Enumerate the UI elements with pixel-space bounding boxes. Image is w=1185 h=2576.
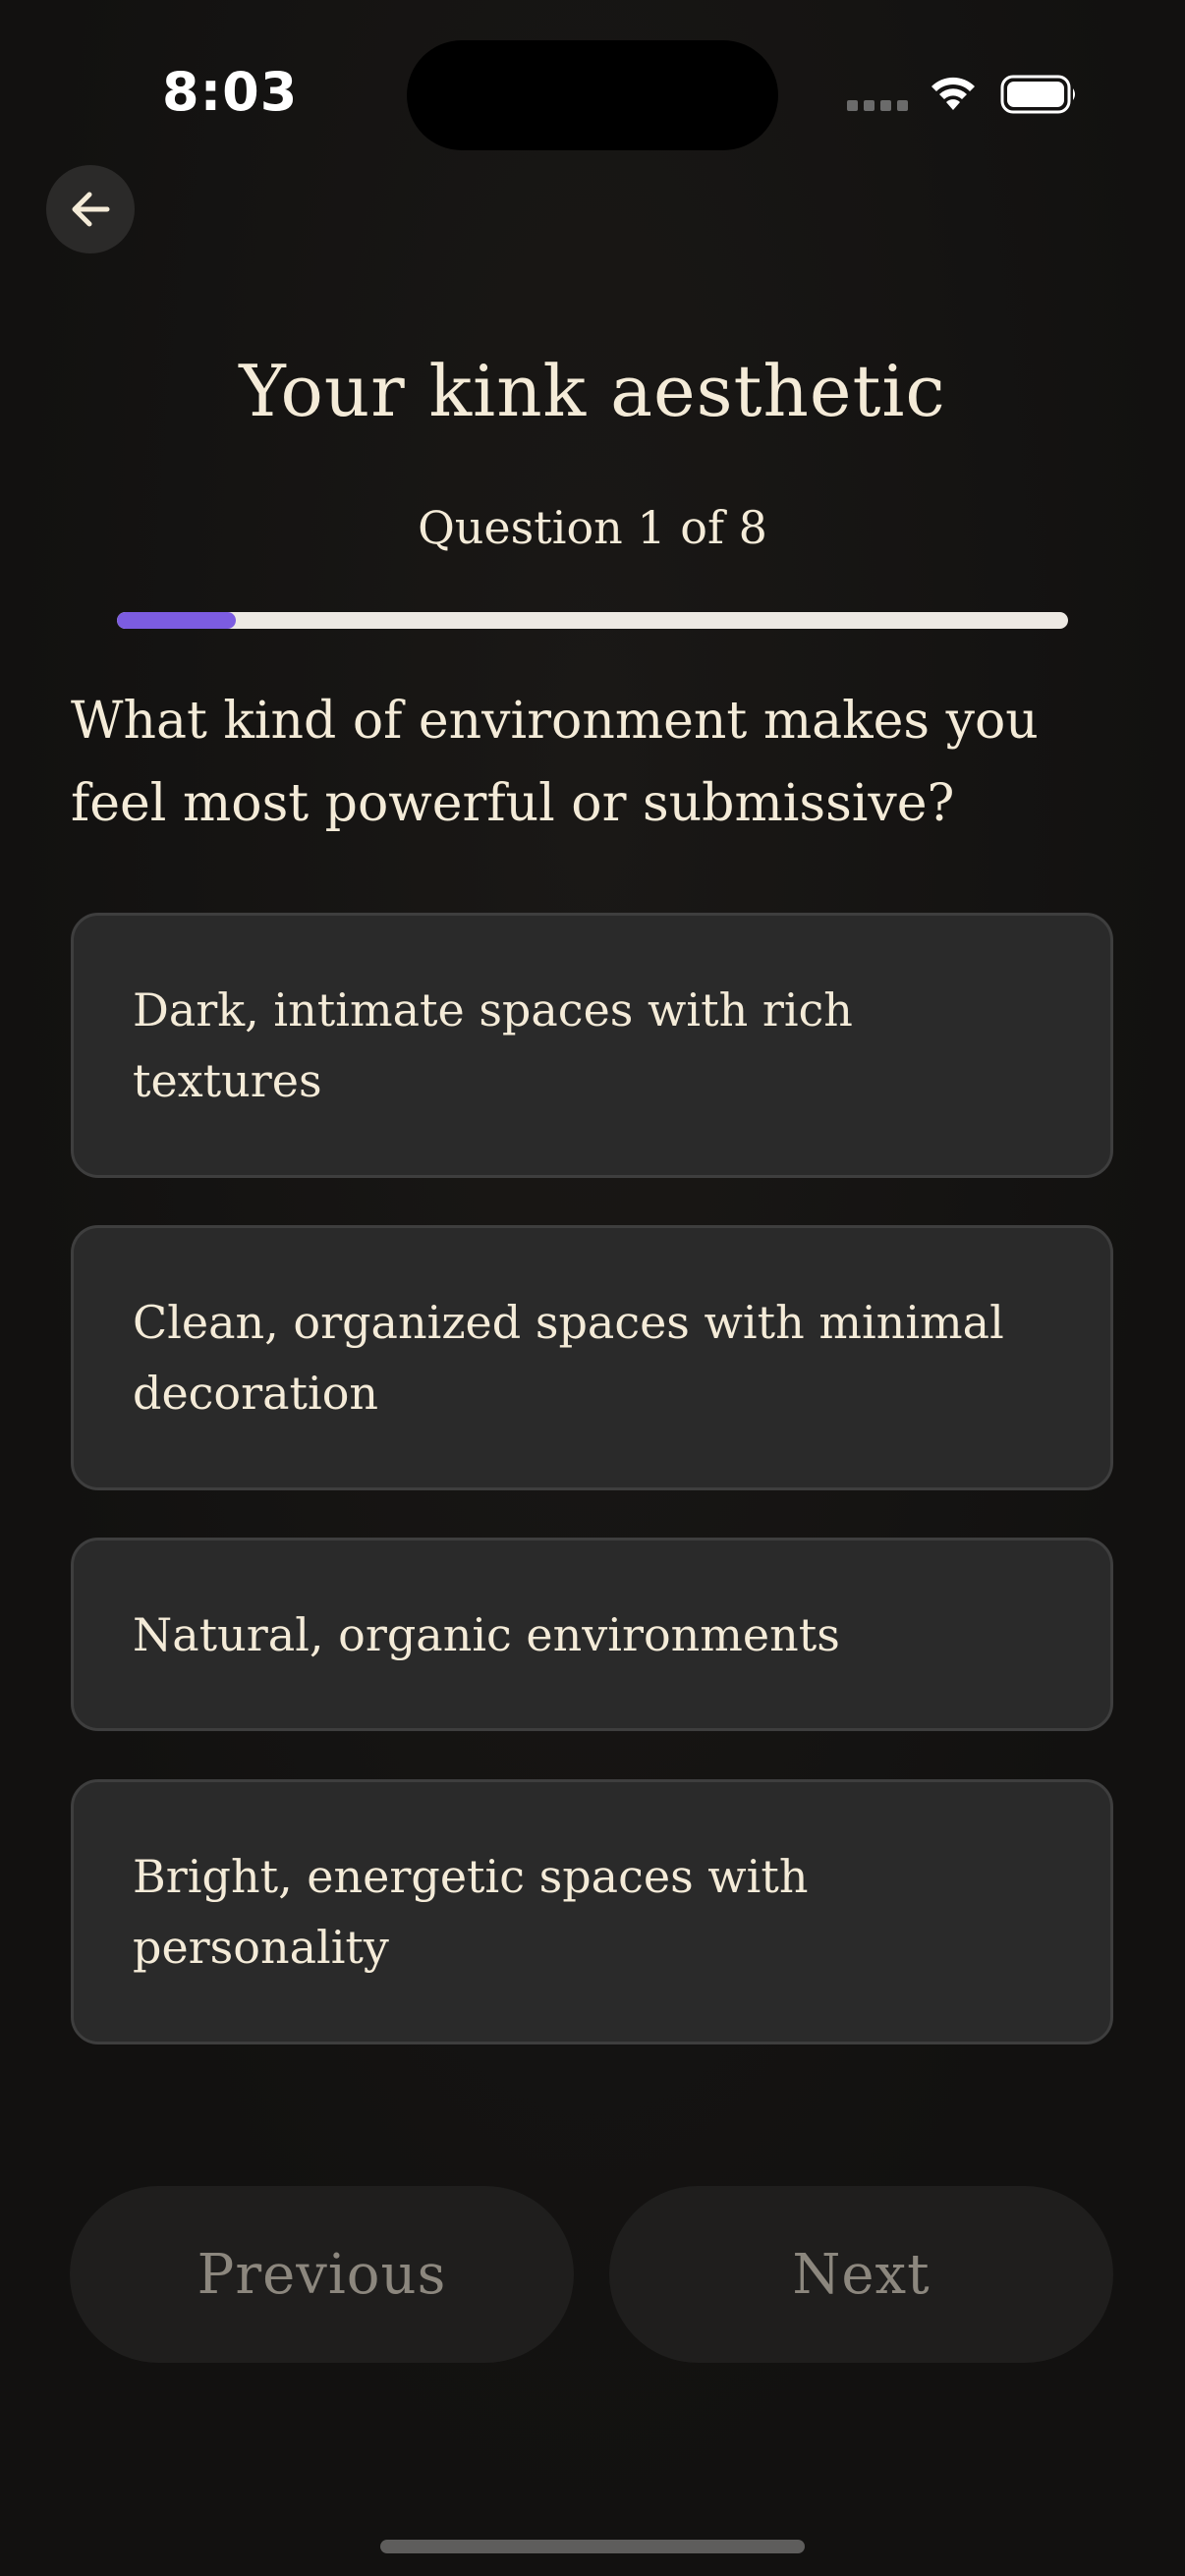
- status-time: 8:03: [162, 61, 299, 123]
- answer-option[interactable]: Dark, intimate spaces with rich textures: [71, 913, 1113, 1178]
- answer-option-label: Dark, intimate spaces with rich textures: [133, 983, 853, 1107]
- answer-option-label: Clean, organized spaces with minimal dec…: [133, 1296, 1004, 1420]
- answer-option[interactable]: Clean, organized spaces with minimal dec…: [71, 1225, 1113, 1490]
- battery-icon: [1000, 75, 1075, 114]
- answer-option-label: Natural, organic environments: [133, 1607, 840, 1661]
- next-button-label: Next: [792, 2242, 931, 2307]
- question-text: What kind of environment makes you feel …: [71, 692, 1039, 833]
- home-indicator: [380, 2540, 805, 2553]
- answer-option[interactable]: Bright, energetic spaces with personalit…: [71, 1779, 1113, 2044]
- progress-bar-fill: [117, 612, 236, 629]
- previous-button[interactable]: Previous: [70, 2186, 574, 2363]
- wifi-icon: [931, 77, 975, 110]
- cellular-signal-icon: [847, 100, 908, 111]
- quiz-screen: 8:03 Your kink aesthetic Question 1 of 8…: [0, 0, 1185, 2576]
- previous-button-label: Previous: [197, 2242, 447, 2307]
- question-counter: Question 1 of 8: [418, 501, 767, 554]
- next-button[interactable]: Next: [609, 2186, 1113, 2363]
- page-title: Your kink aesthetic: [239, 350, 946, 432]
- answer-option-label: Bright, energetic spaces with personalit…: [133, 1850, 809, 1974]
- arrow-left-icon: [72, 192, 110, 227]
- back-button[interactable]: [46, 165, 135, 253]
- dynamic-island: [407, 40, 778, 150]
- answer-option[interactable]: Natural, organic environments: [71, 1538, 1113, 1731]
- progress-bar: [117, 612, 1068, 629]
